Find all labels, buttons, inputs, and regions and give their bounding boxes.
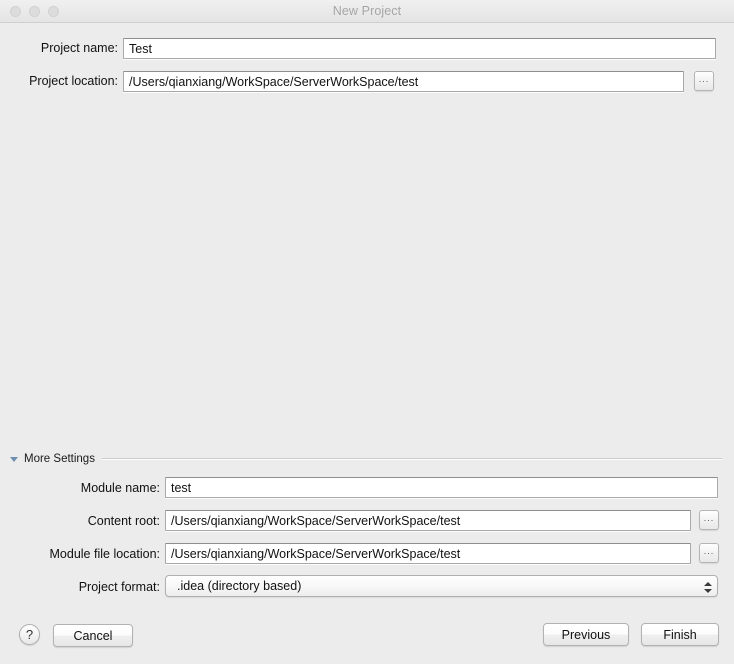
ellipsis-icon: ... bbox=[703, 546, 715, 556]
project-location-label: Project location: bbox=[29, 74, 118, 88]
more-settings-label: More Settings bbox=[24, 453, 95, 465]
content-root-label: Content root: bbox=[87, 514, 160, 528]
project-format-label: Project format: bbox=[78, 580, 160, 594]
chevron-up-icon bbox=[703, 581, 712, 586]
module-file-location-browse-button[interactable]: ... bbox=[699, 543, 719, 563]
cancel-button[interactable]: Cancel bbox=[53, 624, 133, 647]
help-button[interactable]: ? bbox=[19, 624, 40, 645]
question-mark-icon: ? bbox=[25, 627, 34, 642]
previous-button[interactable]: Previous bbox=[543, 623, 629, 646]
more-settings-header[interactable]: More Settings bbox=[10, 453, 722, 465]
window-titlebar: New Project bbox=[0, 0, 734, 23]
project-format-value: .idea (directory based) bbox=[177, 579, 302, 593]
window-title: New Project bbox=[332, 4, 402, 18]
triangle-down-icon[interactable] bbox=[10, 456, 18, 462]
ellipsis-icon: ... bbox=[698, 74, 710, 84]
module-file-location-input[interactable]: /Users/qianxiang/WorkSpace/ServerWorkSpa… bbox=[165, 543, 691, 564]
project-location-browse-button[interactable]: ... bbox=[694, 71, 714, 91]
section-divider bbox=[101, 458, 722, 460]
module-name-label: Module name: bbox=[80, 481, 160, 495]
project-format-select[interactable]: .idea (directory based) bbox=[165, 575, 718, 597]
finish-button[interactable]: Finish bbox=[641, 623, 719, 646]
module-name-input[interactable]: test bbox=[165, 477, 718, 498]
project-location-input[interactable]: /Users/qianxiang/WorkSpace/ServerWorkSpa… bbox=[123, 71, 684, 92]
chevron-down-icon bbox=[703, 588, 712, 593]
project-name-label: Project name: bbox=[40, 41, 118, 55]
stepper-icon[interactable] bbox=[703, 578, 712, 596]
project-name-input[interactable]: Test bbox=[123, 38, 716, 59]
module-file-location-label: Module file location: bbox=[49, 547, 160, 561]
content-root-input[interactable]: /Users/qianxiang/WorkSpace/ServerWorkSpa… bbox=[165, 510, 691, 531]
content-root-browse-button[interactable]: ... bbox=[699, 510, 719, 530]
ellipsis-icon: ... bbox=[703, 513, 715, 523]
